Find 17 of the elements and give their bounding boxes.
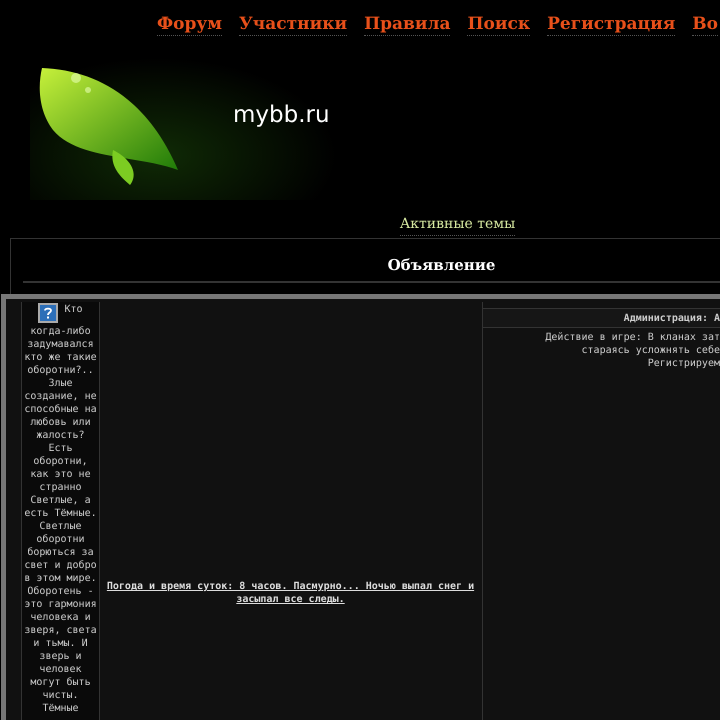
nav-link[interactable]: Правила [364, 13, 450, 36]
nav-link[interactable]: Участники [239, 13, 348, 36]
nav-link[interactable]: Регистрация [547, 13, 676, 36]
game-description-line: стараясь усложнять себе [582, 344, 720, 357]
nav-link[interactable]: Форум [157, 13, 222, 36]
help-icon [38, 303, 58, 323]
nav-link[interactable]: Поиск [467, 13, 530, 36]
admin-heading: Администрация: А [483, 308, 720, 328]
game-description-line: Регистрируем [648, 357, 720, 370]
game-description-line: Действие в игре: В кланах зат [545, 331, 720, 344]
weather-link[interactable]: Погода и время суток: 8 часов. Пасмурно... Ночью выпал снег и засыпал все следы. [100, 580, 481, 606]
intro-first-word: Кто [64, 303, 83, 316]
active-topics-link[interactable]: Активные темы [400, 214, 516, 236]
logo-text: mybb.ru [233, 100, 330, 130]
nav-link[interactable]: Во [692, 13, 718, 36]
announcement-title: Объявление [388, 254, 496, 276]
intro-text: когда-либо задумавался кто же такие оборотни?.. Злые создание, не способные на любовь или жалость? Есть оборотни, как это не странно Светлые, а есть Тёмные. Светлые оборотни борються за свет и добро в этом мире. Оборотень - это гармония человека и зверя, света и тьмы. И зверь и человек могут быть чисты. Тёмные [23, 325, 98, 715]
